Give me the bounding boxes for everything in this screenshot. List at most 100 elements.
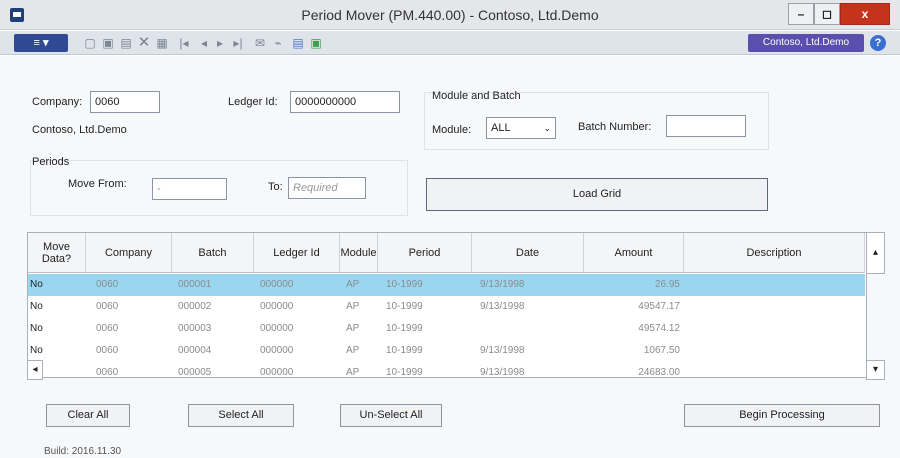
cell-period: 10-1999: [386, 345, 423, 356]
cell-company: 0060: [96, 301, 119, 312]
next-record-icon[interactable]: ▸: [212, 35, 228, 51]
cell-description: [688, 340, 858, 362]
cell-ledger: 000000: [260, 345, 294, 356]
column-header-date[interactable]: Date: [472, 233, 584, 273]
cell-move[interactable]: No: [30, 296, 84, 318]
grid-icon[interactable]: ▦: [154, 35, 170, 51]
cell-period: 10-1999: [386, 323, 423, 334]
help-icon[interactable]: ?: [870, 35, 886, 51]
cell-period: 10-1999: [386, 367, 423, 378]
column-header-amount[interactable]: Amount: [584, 233, 684, 273]
cell-batch: 000005: [178, 367, 212, 378]
batch-number-label: Batch Number:: [578, 121, 652, 133]
cell-company: 0060: [96, 367, 119, 378]
cell-description: [688, 296, 858, 318]
maximize-button[interactable]: ◻: [814, 3, 840, 25]
chevron-down-icon: ⌄: [543, 123, 551, 133]
cell-company: 0060: [96, 345, 119, 356]
action-menu-button[interactable]: ≡ ▾: [14, 34, 68, 52]
cell-ledger: 000000: [260, 367, 294, 378]
module-label: Module:: [432, 124, 472, 136]
grid-body: No 0060 000001 000000 AP 10-1999 9/13/1998 26.9…: [28, 274, 865, 384]
close-button[interactable]: x: [840, 3, 890, 25]
unselect-all-button[interactable]: Un-Select All: [340, 404, 442, 427]
toolbar: ≡ ▾ ▢ ▣ ▤ ✕ ▦ |◂ ◂ ▸ ▸| ✉ ⌁ ▤ ▣ Contoso,…: [0, 31, 900, 55]
module-select-value: ALL: [491, 122, 511, 134]
move-from-field[interactable]: -: [152, 178, 227, 200]
scroll-up-button[interactable]: ▴: [866, 232, 885, 274]
title-bar: Period Mover (PM.440.00) - Contoso, Ltd.…: [0, 0, 900, 30]
cell-batch: 000001: [178, 279, 212, 290]
batch-number-field[interactable]: [666, 115, 746, 137]
module-batch-title: Module and Batch: [432, 90, 521, 102]
table-row[interactable]: No0060000005000000AP10-19999/13/19982468…: [28, 362, 865, 384]
load-grid-button[interactable]: Load Grid: [426, 178, 768, 211]
table-row[interactable]: No 0060 000001 000000 AP 10-1999 9/13/1998 26.9…: [28, 274, 865, 296]
cell-amount: 1067.50: [643, 345, 680, 356]
table-row[interactable]: No 0060 000002 000000 AP 10-1999 9/13/1998 4954…: [28, 296, 865, 318]
refresh-icon[interactable]: ▣: [308, 35, 324, 51]
window-title: Period Mover (PM.440.00) - Contoso, Ltd.…: [301, 7, 599, 23]
periods-title: Periods: [32, 156, 70, 168]
cell-company: 0060: [96, 279, 119, 290]
company-name: Contoso, Ltd.Demo: [32, 124, 127, 136]
scroll-left-button[interactable]: ◂: [27, 360, 43, 380]
cell-amount: 49574.12: [638, 323, 680, 334]
build-version: Build: 2016.11.30: [44, 446, 122, 457]
to-label: To:: [268, 181, 283, 193]
ledger-id-field[interactable]: 0000000000: [290, 91, 400, 113]
copy-icon[interactable]: ▤: [118, 35, 134, 51]
scroll-down-button[interactable]: ▾: [866, 360, 885, 380]
print-icon[interactable]: ▤: [290, 35, 306, 51]
cell-ledger: 000000: [260, 301, 294, 312]
new-icon[interactable]: ▢: [82, 35, 98, 51]
ledger-id-label: Ledger Id:: [228, 96, 278, 108]
company-field[interactable]: 0060: [90, 91, 160, 113]
to-field[interactable]: Required: [288, 177, 366, 199]
cell-company: 0060: [96, 323, 119, 334]
cell-description: [688, 274, 858, 296]
column-header-ledger-id[interactable]: Ledger Id: [254, 233, 340, 273]
column-header-company[interactable]: Company: [86, 233, 172, 273]
data-grid: Move Data? Company Batch Ledger Id Modul…: [27, 232, 885, 380]
save-icon[interactable]: ▣: [100, 35, 116, 51]
column-header-module[interactable]: Module: [340, 233, 378, 273]
table-row[interactable]: No 0060 000003 000000 AP 10-1999 49574.12: [28, 318, 865, 340]
cell-ledger: 000000: [260, 279, 294, 290]
cell-date: [480, 318, 570, 340]
attach-icon[interactable]: ⌁: [270, 35, 286, 51]
column-header-period[interactable]: Period: [378, 233, 472, 273]
send-icon[interactable]: ✉: [252, 35, 268, 51]
cell-date: 9/13/1998: [480, 279, 525, 290]
clear-all-button[interactable]: Clear All: [46, 404, 130, 427]
module-select[interactable]: ALL ⌄: [486, 117, 556, 139]
cell-move[interactable]: No: [30, 318, 84, 340]
select-all-button[interactable]: Select All: [188, 404, 294, 427]
cell-date: 9/13/1998: [480, 345, 525, 356]
cell-amount: 24683.00: [638, 367, 680, 378]
cell-date: 9/13/1998: [480, 301, 525, 312]
company-badge: Contoso, Ltd.Demo: [748, 34, 864, 52]
cell-move[interactable]: No: [30, 274, 84, 296]
cell-module: AP: [346, 345, 360, 356]
cell-batch: 000003: [178, 323, 212, 334]
table-row[interactable]: No 0060 000004 000000 AP 10-1999 9/13/1998 1067…: [28, 340, 865, 362]
delete-icon[interactable]: ✕: [136, 35, 152, 51]
column-header-description[interactable]: Description: [684, 233, 865, 273]
cell-move[interactable]: No: [30, 340, 84, 362]
company-label: Company:: [32, 96, 83, 108]
previous-record-icon[interactable]: ◂: [196, 35, 212, 51]
column-header-batch[interactable]: Batch: [172, 233, 254, 273]
first-record-icon[interactable]: |◂: [176, 35, 192, 51]
move-from-label: Move From:: [68, 178, 127, 190]
last-record-icon[interactable]: ▸|: [230, 35, 246, 51]
column-header-move-data[interactable]: Move Data?: [28, 233, 86, 273]
cell-period: 10-1999: [386, 279, 423, 290]
cell-batch: 000002: [178, 301, 212, 312]
cell-description: [688, 362, 858, 384]
cell-module: AP: [346, 279, 360, 290]
begin-processing-button[interactable]: Begin Processing: [684, 404, 880, 427]
cell-module: AP: [346, 323, 360, 334]
minimize-button[interactable]: –: [788, 3, 814, 25]
cell-batch: 000004: [178, 345, 212, 356]
